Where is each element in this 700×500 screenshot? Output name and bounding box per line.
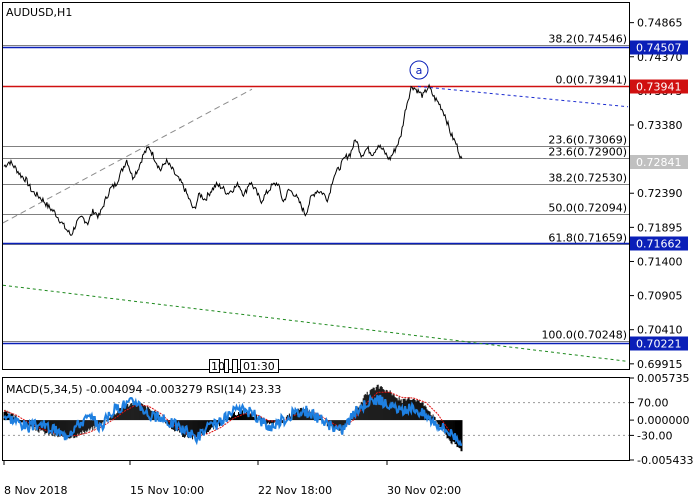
scroll-marker-mid2[interactable] xyxy=(232,359,238,373)
level-tag-label: 0.71662 xyxy=(636,238,682,251)
wave-label: a xyxy=(409,60,429,80)
fib-label: 23.6(0.72900) xyxy=(548,146,627,159)
ind-tick-label: -0.005433 xyxy=(637,454,693,467)
price-line xyxy=(3,83,463,237)
wave-letter: a xyxy=(416,64,423,77)
resistance-dash-line xyxy=(417,85,629,108)
y-tick-label: 0.71400 xyxy=(637,255,683,268)
ind-tick-label: 0.005735 xyxy=(637,372,690,385)
y-tick-label: 0.73380 xyxy=(637,119,683,132)
support-dash-line xyxy=(2,284,629,362)
x-tick-label: 30 Nov 02:00 xyxy=(387,484,461,497)
price-axis: 0.748650.743700.738750.733800.728850.723… xyxy=(629,17,688,371)
fib-label: 61.8(0.71659) xyxy=(548,232,627,245)
x-tick-label: 8 Nov 2018 xyxy=(4,484,67,497)
price-grid: 38.2(0.74546)0.0(0.73941)23.6(0.73069)23… xyxy=(3,33,629,342)
ind-tick-label: 0.000000 xyxy=(637,414,690,427)
scroll-tag-left: 10 xyxy=(211,360,225,373)
indicator-axis: 0.005735 70.00 0.000000 -30.00 -0.005433 xyxy=(629,372,693,467)
channel-dash-line xyxy=(2,88,253,224)
price-drawings xyxy=(2,46,629,362)
fib-label: 100.0(0.70248) xyxy=(541,329,627,342)
chart-title: AUDUSD,H1 xyxy=(6,6,72,19)
y-tick-label: 0.71895 xyxy=(637,221,683,234)
level-tag-label: 0.73941 xyxy=(636,81,682,94)
chart-canvas: 38.2(0.74546)0.0(0.73941)23.6(0.73069)23… xyxy=(2,2,693,497)
fib-label: 38.2(0.72530) xyxy=(548,172,627,185)
fib-label: 0.0(0.73941) xyxy=(555,74,627,87)
y-tick-label: 0.70410 xyxy=(637,324,683,337)
y-tick-label: 0.69915 xyxy=(637,358,683,371)
time-axis: 8 Nov 2018 15 Nov 10:00 22 Nov 18:00 30 Nov… xyxy=(3,460,461,497)
current-price-label: 0.72841 xyxy=(636,156,682,169)
scroll-tag-time: 01:30 xyxy=(243,360,275,373)
x-tick-label: 15 Nov 10:00 xyxy=(130,484,204,497)
level-tag-label: 0.74507 xyxy=(636,42,682,55)
scroll-marker-mid[interactable] xyxy=(224,359,229,373)
y-tick-label: 0.72390 xyxy=(637,187,683,200)
price-series xyxy=(3,83,463,237)
fib-label: 38.2(0.74546) xyxy=(548,33,627,46)
indicator-title: MACD(5,34,5) -0.004094 -0.003279 RSI(14)… xyxy=(6,383,281,396)
level-tag-label: 0.70221 xyxy=(636,338,682,351)
ind-tick-label: 70.00 xyxy=(637,397,669,410)
scroll-markers[interactable]: 10 01:30 xyxy=(209,359,279,374)
y-tick-label: 0.70905 xyxy=(637,290,683,303)
fib-label: 50.0(0.72094) xyxy=(548,202,627,215)
y-tick-label: 0.74865 xyxy=(637,17,683,30)
x-tick-label: 22 Nov 18:00 xyxy=(258,484,332,497)
price-panel-frame xyxy=(2,2,630,370)
ind-tick-label: -30.00 xyxy=(637,429,672,442)
